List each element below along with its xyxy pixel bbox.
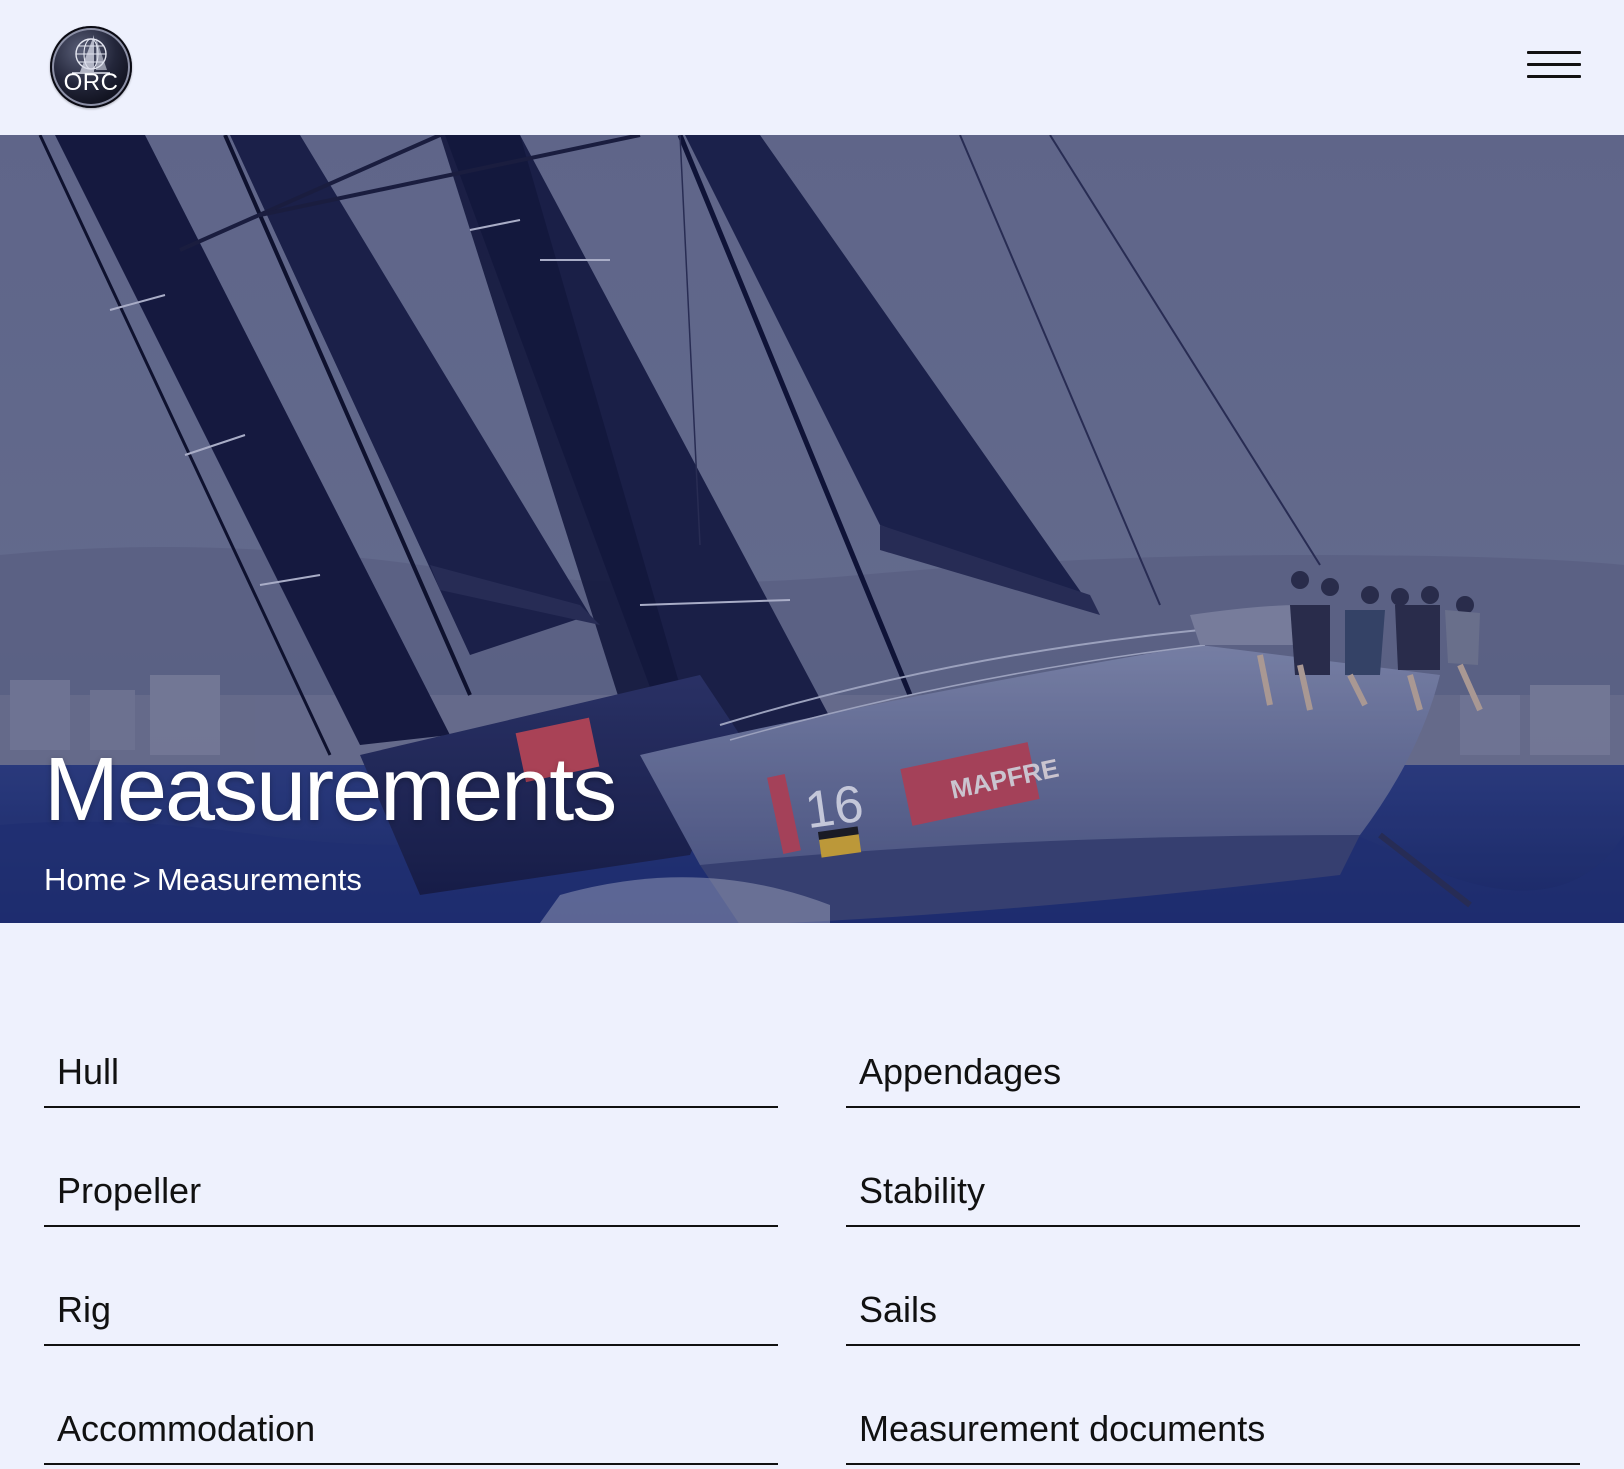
link-label: Hull	[57, 1051, 120, 1092]
site-header: ORC	[0, 0, 1624, 135]
link-label: Appendages	[859, 1051, 1062, 1092]
breadcrumb-current: Measurements	[156, 862, 362, 897]
link-hull[interactable]: Hull	[44, 1030, 778, 1108]
link-appendages[interactable]: Appendages	[846, 1030, 1580, 1108]
link-sails[interactable]: Sails	[846, 1268, 1580, 1346]
link-label: Stability	[859, 1170, 986, 1211]
page-title: Measurements	[44, 740, 617, 840]
link-measurement-documents[interactable]: Measurement documents	[846, 1387, 1580, 1465]
link-accommodation[interactable]: Accommodation	[44, 1387, 778, 1465]
link-label: Rig	[57, 1289, 112, 1330]
logo-text: ORC	[63, 69, 119, 96]
link-label: Propeller	[57, 1170, 202, 1211]
breadcrumb-home-link[interactable]: Home	[44, 862, 127, 897]
link-propeller[interactable]: Propeller	[44, 1149, 778, 1227]
breadcrumb: Home > Measurements	[44, 860, 362, 900]
link-stability[interactable]: Stability	[846, 1149, 1580, 1227]
link-label: Accommodation	[57, 1408, 316, 1449]
link-rig[interactable]: Rig	[44, 1268, 778, 1346]
link-label: Measurement documents	[859, 1408, 1266, 1449]
orc-logo[interactable]: ORC	[50, 26, 132, 108]
link-label: Sails	[859, 1289, 938, 1330]
breadcrumb-separator: >	[132, 862, 151, 897]
menu-button[interactable]	[1522, 46, 1582, 86]
